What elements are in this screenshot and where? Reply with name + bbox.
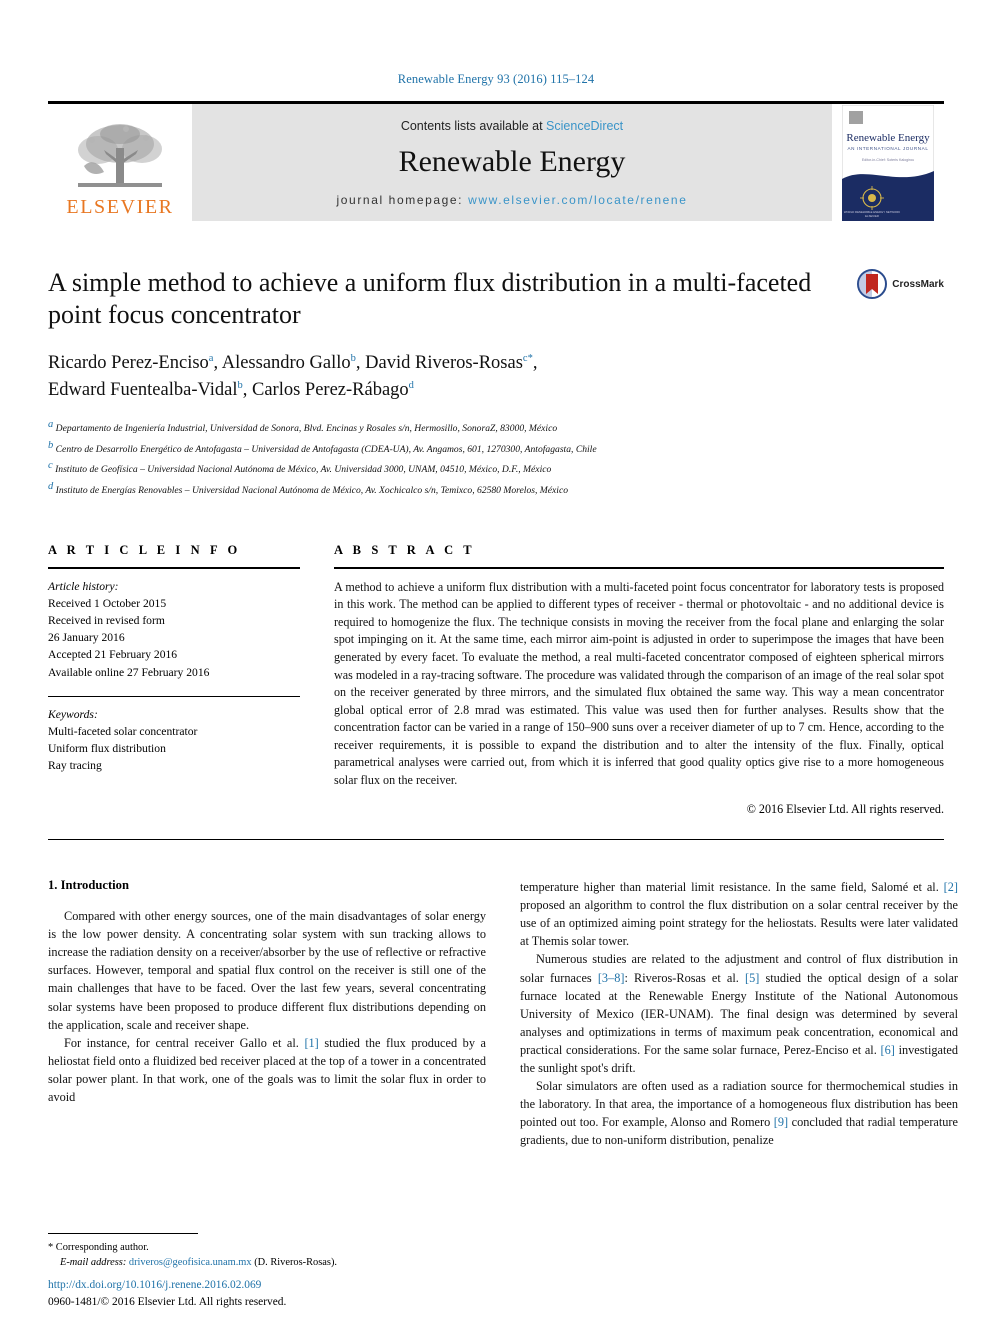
affiliation-item: a Departamento de Ingeniería Industrial,… [48,416,824,437]
title-block: CrossMark A simple method to achieve a u… [48,267,944,499]
affiliation-text: Centro de Desarrollo Energético de Antof… [55,443,597,455]
keywords-block: Keywords: Multi-faceted solar concentrat… [48,706,300,775]
affiliation-item: d Instituto de Energías Renovables – Uni… [48,478,824,499]
affiliation-list: a Departamento de Ingeniería Industrial,… [48,416,824,499]
journal-cover-thumbnail: Renewable Energy AN INTERNATIONAL JOURNA… [832,104,944,221]
author-list: Ricardo Perez-Encisoa, Alessandro Gallob… [48,350,824,403]
citation-link[interactable]: [6] [881,1043,895,1057]
affiliation-text: Departamento de Ingeniería Industrial, U… [55,423,558,435]
paragraph: For instance, for central receiver Gallo… [48,1035,486,1104]
author-separator: , [242,379,252,400]
abstract-text: A method to achieve a uniform flux distr… [334,579,944,787]
crossmark-badge[interactable]: CrossMark [857,269,944,299]
history-item: Received 1 October 2015 [48,597,167,610]
journal-masthead: ELSEVIER Contents lists available at Sci… [48,101,944,221]
affiliation-marker: d [48,481,54,493]
footnote-area: * Corresponding author. E-mail address: … [48,1232,486,1271]
corresponding-author-note: * Corresponding author. [48,1241,149,1253]
paper-page: Renewable Energy 93 (2016) 115–124 ELSEV… [0,0,992,1323]
keywords-label: Keywords: [48,707,98,721]
paragraph: Numerous studies are related to the adju… [520,952,958,1075]
history-item: 26 January 2016 [48,631,125,645]
journal-homepage-line: journal homepage: www.elsevier.com/locat… [337,193,688,207]
affiliation-marker: a [48,418,54,430]
affiliation-text: Instituto de Energías Renovables – Unive… [55,485,569,497]
citation-link[interactable]: [9] [774,1115,788,1129]
divider [48,695,300,697]
article-info-heading: A R T I C L E I N F O [48,542,241,557]
history-item: Received in revised form [48,614,165,628]
citation-link[interactable]: [3–8] [598,971,625,985]
page-title: A simple method to achieve a uniform flu… [48,268,812,329]
affiliation-item: b Centro de Desarrollo Energético de Ant… [48,437,824,458]
citation-link[interactable]: [5] [745,971,759,985]
section-title-introduction: 1. Introduction [48,878,129,893]
author-name: Carlos Perez-Rábago [251,379,409,400]
homepage-prefix: journal homepage: [336,192,469,207]
doi-link[interactable]: http://dx.doi.org/10.1016/j.renene.2016.… [48,1277,486,1294]
info-abstract-section: A R T I C L E I N F O Article history: R… [48,543,944,817]
affiliation-marker: b [48,439,54,451]
email-suffix: (D. Riveros-Rosas). [254,1257,338,1269]
author-name: David Riveros-Rosas [365,353,523,374]
article-history-block: Article history: Received 1 October 2015… [48,578,300,681]
svg-text:Renewable Energy: Renewable Energy [846,132,930,144]
sciencedirect-link[interactable]: ScienceDirect [546,119,623,133]
paragraph: temperature higher than material limit r… [520,880,958,949]
keyword-item: Ray tracing [48,759,102,773]
crossmark-icon [857,269,888,299]
email-link[interactable]: driveros@geofisica.unam.mx [129,1257,252,1268]
footer-block: http://dx.doi.org/10.1016/j.renene.2016.… [48,1277,486,1311]
divider [334,566,944,569]
divider [48,839,944,841]
citation-link[interactable]: [1] [304,1036,318,1050]
affiliation-text: Instituto de Geofísica – Universidad Nac… [55,464,552,476]
author-separator: , [213,353,222,374]
elsevier-tree-icon [78,124,162,187]
journal-title: Renewable Energy [398,144,626,178]
author-name: Ricardo Perez-Enciso [48,353,209,374]
issn-copyright: 0960-1481/© 2016 Elsevier Ltd. All right… [48,1295,287,1308]
svg-text:Editor-in-Chief: Soteris Kalog: Editor-in-Chief: Soteris Kalogirou [862,158,914,162]
abstract-copyright: © 2016 Elsevier Ltd. All rights reserved… [746,802,944,817]
svg-text:AN INTERNATIONAL JOURNAL: AN INTERNATIONAL JOURNAL [847,146,928,151]
svg-text:ELSEVIER: ELSEVIER [865,214,879,218]
cover-image-icon: Renewable Energy AN INTERNATIONAL JOURNA… [842,104,934,221]
divider [48,566,300,569]
paragraph: Compared with other energy sources, one … [48,909,486,1032]
author-name: Edward Fuentealba-Vidal [48,379,238,400]
affiliation-item: c Instituto de Geofísica – Universidad N… [48,457,824,478]
keyword-item: Uniform flux distribution [48,742,166,756]
citation-link[interactable]: [2] [944,880,958,894]
author-name: Alessandro Gallo [221,353,351,374]
affiliation-marker: c [48,460,53,472]
article-history-label: Article history: [48,579,119,593]
author-separator: , [355,353,366,374]
paragraph: Solar simulators are often used as a rad… [520,1078,958,1148]
body-columns: 1. Introduction Compared with other ener… [48,878,958,1149]
abstract-column: A B S T R A C T A method to achieve a un… [334,543,944,817]
running-head: Renewable Energy 93 (2016) 115–124 [397,72,595,86]
footnote-divider [48,1232,198,1234]
abstract-heading: A B S T R A C T [334,542,476,557]
author-affiliation-marker: d [408,379,414,391]
contents-prefix: Contents lists available at [400,118,547,133]
keyword-item: Multi-faceted solar concentrator [48,724,198,738]
crossmark-label: CrossMark [892,278,944,290]
email-note: E-mail address: driveros@geofisica.unam.… [48,1255,486,1271]
history-item: Available online 27 February 2016 [48,665,210,679]
body-column-left: 1. Introduction Compared with other ener… [48,878,486,1149]
author-separator: , [532,353,538,374]
elsevier-wordmark: ELSEVIER [66,196,174,218]
masthead-center: Contents lists available at ScienceDirec… [192,104,832,221]
email-label: E-mail address: [60,1257,127,1269]
article-info-column: A R T I C L E I N F O Article history: R… [48,543,300,817]
contents-line: Contents lists available at ScienceDirec… [401,119,623,133]
body-column-right: temperature higher than material limit r… [520,878,958,1149]
homepage-url-link[interactable]: www.elsevier.com/locate/renene [468,193,687,207]
history-item: Accepted 21 February 2016 [48,648,178,662]
elsevier-logo: ELSEVIER [48,104,192,221]
